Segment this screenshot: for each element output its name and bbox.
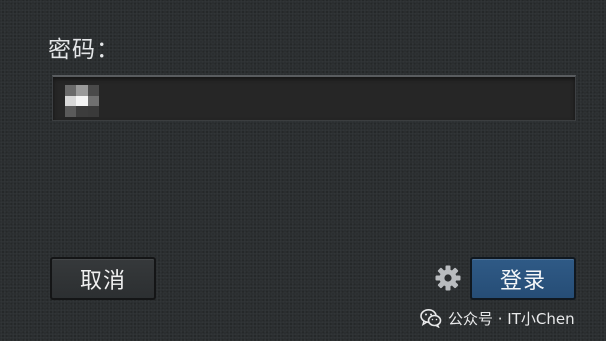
login-dialog: 密码： 取消 登录 公众号 · IT小Chen (0, 0, 606, 341)
watermark: 公众号 · IT小Chen (420, 306, 575, 330)
login-button[interactable]: 登录 (470, 257, 576, 300)
cancel-button[interactable]: 取消 (50, 257, 156, 300)
wechat-icon (420, 309, 442, 328)
password-label: 密码： (48, 37, 120, 63)
gear-icon[interactable] (434, 264, 462, 292)
watermark-text: 公众号 · IT小Chen (448, 309, 575, 328)
password-field[interactable] (52, 75, 576, 121)
